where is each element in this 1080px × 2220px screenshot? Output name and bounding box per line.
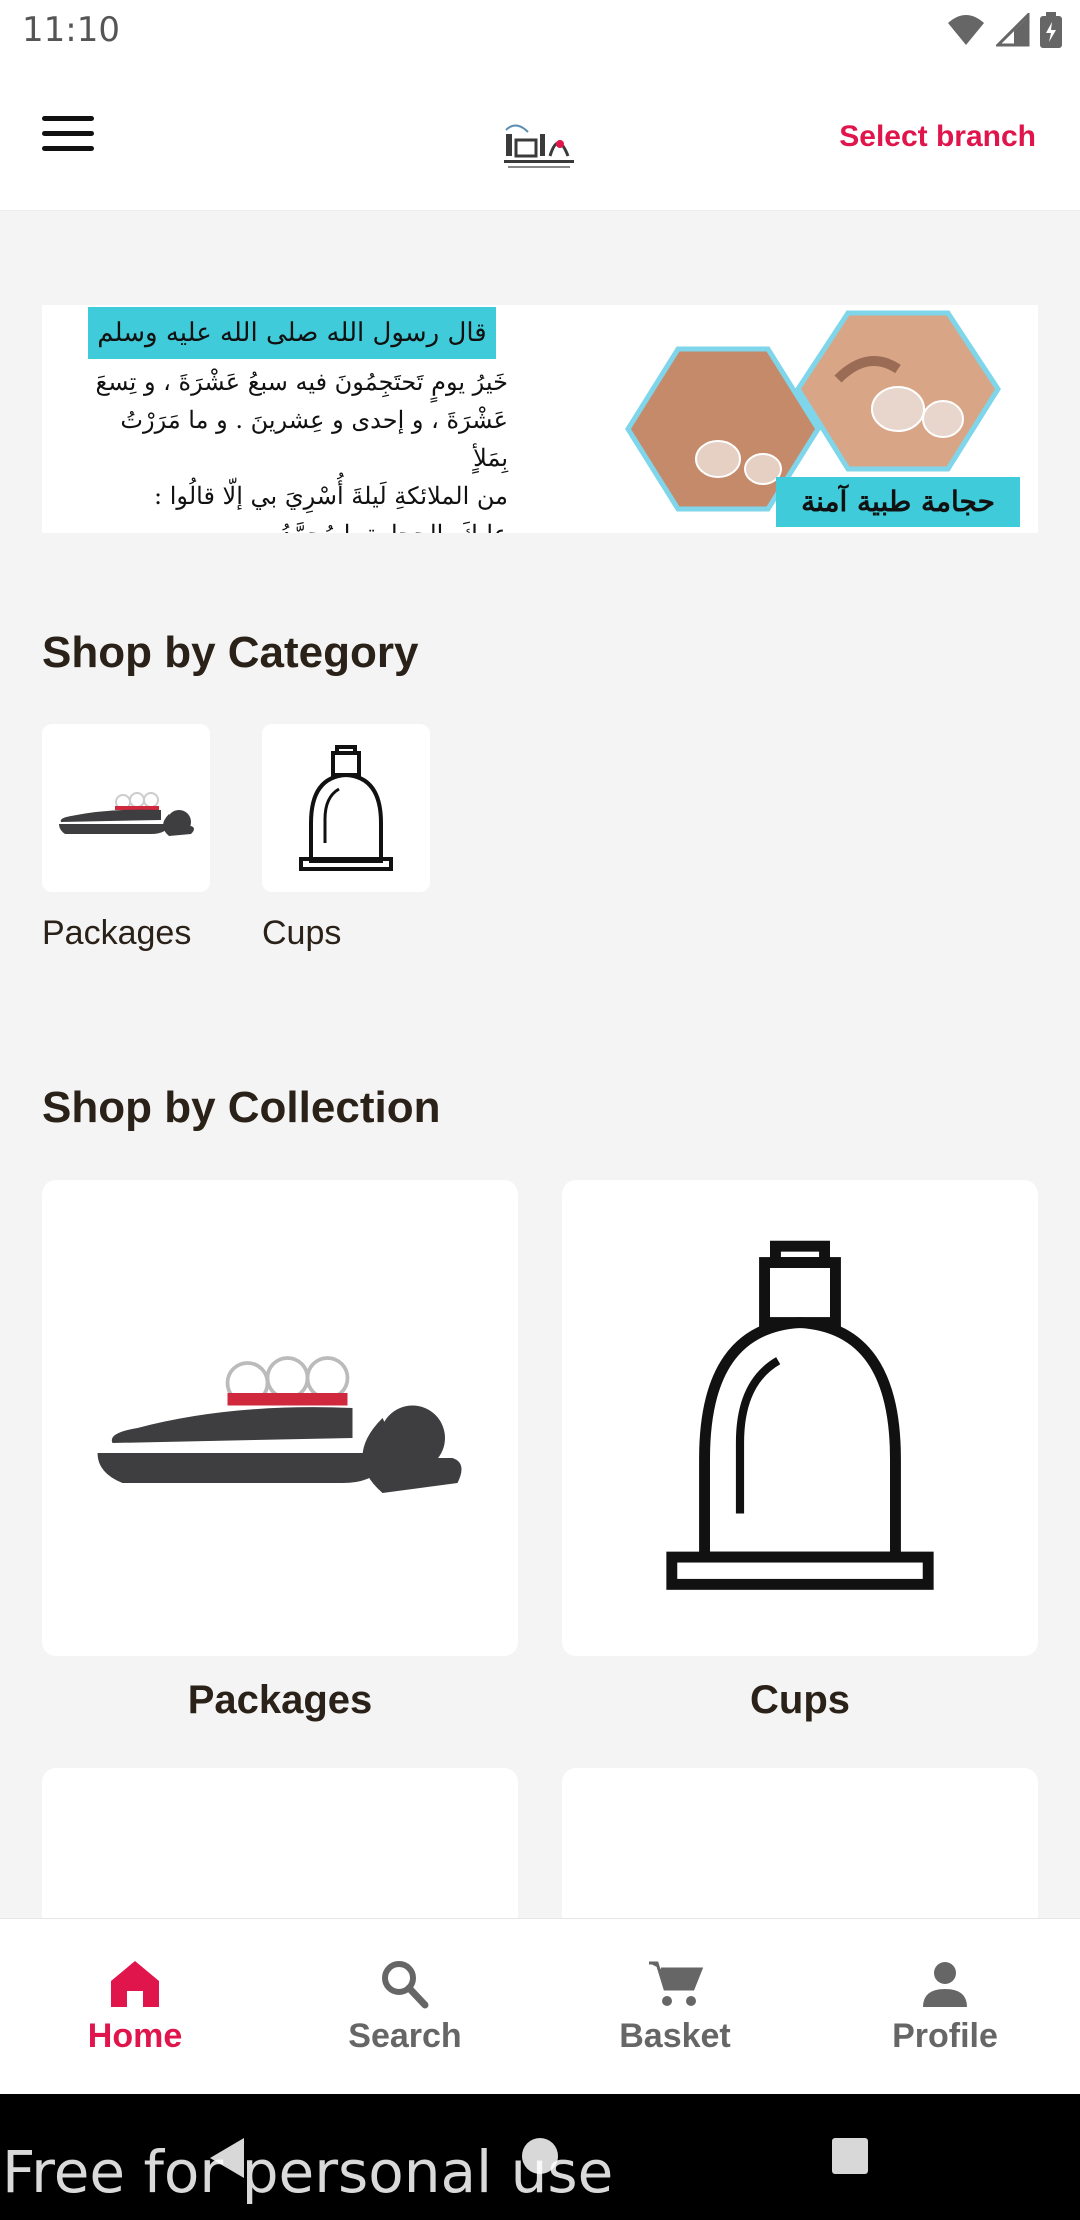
nav-label: Search bbox=[348, 2017, 462, 2055]
banner-text: خَيرُ يومٍ تَحتَجِمُونَ فيه سبعُ عَشْرَة… bbox=[88, 363, 508, 533]
collection-label: Packages bbox=[187, 1678, 373, 1722]
category-item-packages[interactable]: Packages bbox=[42, 724, 210, 954]
collection-card-packages[interactable]: Packages bbox=[42, 1180, 518, 1723]
person-icon bbox=[923, 1962, 967, 2007]
banner-line: من الملائكةِ لَيلةَ أُسْرِيَ بي إلّا قال… bbox=[154, 482, 508, 510]
nav-search[interactable]: Search bbox=[270, 1919, 540, 2095]
collection-thumb bbox=[562, 1180, 1038, 1656]
nav-home[interactable]: Home bbox=[0, 1919, 270, 2095]
nav-profile[interactable]: Profile bbox=[810, 1919, 1080, 2095]
nav-label: Home bbox=[87, 2017, 183, 2055]
hamburger-menu-icon[interactable] bbox=[42, 116, 94, 156]
cart-icon bbox=[649, 1961, 703, 2006]
banner-tag: حجامة طبية آمنة bbox=[776, 477, 1020, 527]
collection-section-title: Shop by Collection bbox=[42, 1083, 441, 1132]
bottom-navigation: Home Search Basket Profile bbox=[0, 1918, 1080, 2095]
select-branch-button[interactable]: Select branch bbox=[839, 120, 1036, 154]
cupping-packages-icon bbox=[59, 792, 194, 836]
app-bar: Select branch bbox=[0, 64, 1080, 211]
banner-line: خَيرُ يومٍ تَحتَجِمُونَ فيه سبعُ عَشْرَة… bbox=[95, 368, 508, 396]
nav-basket[interactable]: Basket bbox=[540, 1919, 810, 2095]
system-navigation-bar bbox=[0, 2094, 1080, 2220]
category-label: Packages bbox=[42, 914, 192, 952]
app-screen: 11:10 Select branch قال رسول الله صلى ال… bbox=[0, 0, 1080, 2220]
home-circle-icon[interactable] bbox=[520, 2136, 560, 2176]
collection-label: Cups bbox=[750, 1678, 850, 1722]
banner-line: عليكَ بالحِجامةِ يا مُحمَّدُ. bbox=[88, 515, 508, 533]
nav-label: Profile bbox=[892, 2017, 998, 2055]
banner-line: عَشْرَةَ ، و إحدى و عِشرينَ . و ما مَرَر… bbox=[120, 406, 508, 472]
battery-icon bbox=[1040, 12, 1062, 48]
category-section-title: Shop by Category bbox=[42, 628, 419, 677]
cupping-packages-icon bbox=[97, 1356, 462, 1493]
cupping-cup-icon bbox=[666, 1240, 934, 1590]
promo-banner[interactable]: قال رسول الله صلى الله عليه وسلم خَيرُ ي… bbox=[42, 305, 1038, 533]
collection-card-cups[interactable]: Cups bbox=[562, 1180, 1038, 1723]
status-bar: 11:10 bbox=[0, 0, 1080, 64]
status-time: 11:10 bbox=[22, 10, 120, 50]
collection-thumb bbox=[42, 1180, 518, 1656]
brand-logo bbox=[498, 116, 580, 176]
category-item-cups[interactable]: Cups bbox=[262, 724, 430, 954]
cupping-cup-icon bbox=[299, 745, 393, 871]
search-icon bbox=[382, 1961, 429, 2009]
nav-label: Basket bbox=[619, 2017, 731, 2055]
wifi-icon bbox=[948, 15, 984, 45]
home-icon bbox=[111, 1961, 159, 2007]
banner-header: قال رسول الله صلى الله عليه وسلم bbox=[88, 307, 496, 359]
back-icon[interactable] bbox=[206, 2136, 248, 2180]
status-icons bbox=[946, 12, 1062, 48]
category-thumb bbox=[262, 724, 430, 892]
recents-icon[interactable] bbox=[830, 2136, 870, 2176]
category-label: Cups bbox=[262, 914, 342, 952]
signal-icon bbox=[996, 13, 1030, 47]
category-thumb bbox=[42, 724, 210, 892]
